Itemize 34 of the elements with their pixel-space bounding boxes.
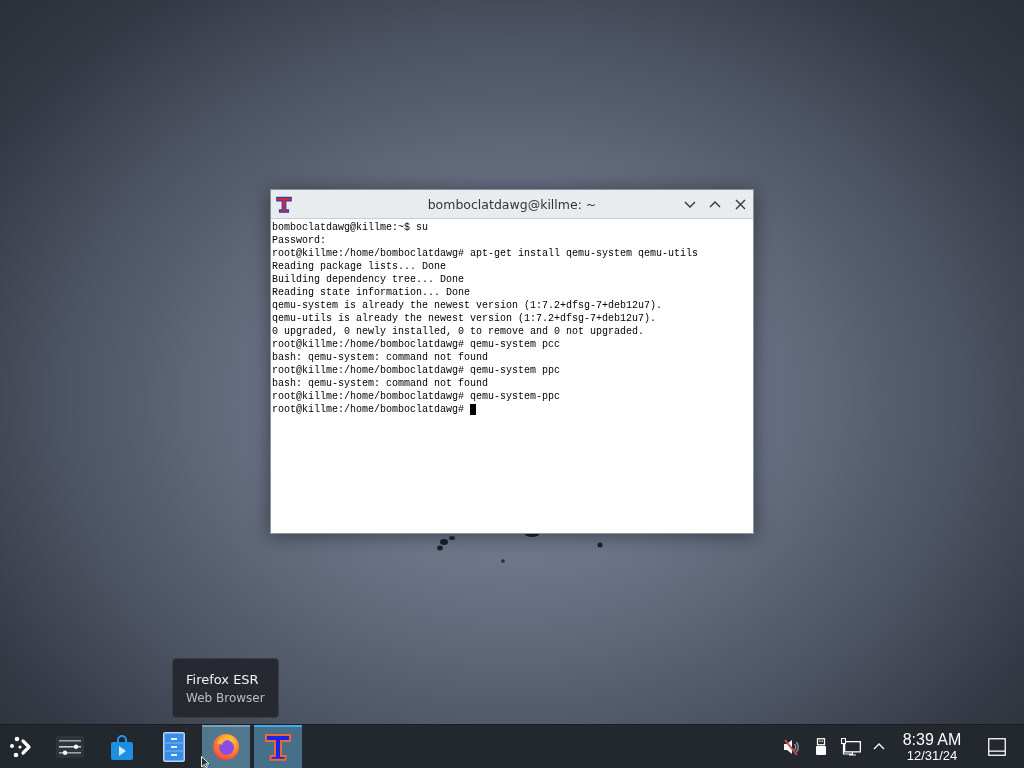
sliders-icon xyxy=(56,735,84,758)
terminal-line: root@killme:/home/bomboclatdawg# qemu-system ppc xyxy=(272,364,561,377)
terminal-line: Password: xyxy=(272,234,326,247)
network-monitor-icon[interactable] xyxy=(841,737,861,756)
terminal-line: bash: qemu-system: command not found xyxy=(272,351,489,364)
window-title: bomboclatdawg@killme: ~ xyxy=(427,196,597,212)
usb-drive-icon[interactable] xyxy=(816,738,826,755)
terminal-line: root@killme:/home/bomboclatdawg# apt-get install qemu-system qemu-utils xyxy=(272,247,699,260)
terminal-line: bash: qemu-system: command not found xyxy=(272,377,489,390)
chevron-down-icon xyxy=(684,200,696,208)
terminal-line: qemu-system is already the newest version (1:7.2+dfsg-7+deb12u7). xyxy=(272,299,663,312)
terminal-line: bomboclatdawg@killme:~$ su xyxy=(272,221,429,234)
app-launcher-icon xyxy=(9,734,33,759)
muted-speaker-icon[interactable] xyxy=(782,737,800,756)
terminal-line: 0 upgraded, 0 newly installed, 0 to remove and 0 not upgraded. xyxy=(272,325,645,338)
close-icon xyxy=(734,198,746,210)
terminal-icon xyxy=(275,194,293,214)
tooltip-subtitle: Web Browser xyxy=(186,690,265,705)
terminal-line: Reading state information... Done xyxy=(272,286,471,299)
terminal-line: root@killme:/home/bomboclatdawg# qemu-system pcc xyxy=(272,338,561,351)
tooltip-title: Firefox ESR xyxy=(186,671,259,687)
chevron-up-icon xyxy=(709,200,721,208)
chevron-up-icon[interactable] xyxy=(873,743,885,750)
terminal-line: root@killme:/home/bomboclatdawg# qemu-system-ppc xyxy=(272,390,561,403)
show-desktop-icon[interactable] xyxy=(988,737,1006,756)
terminal-line: Building dependency tree... Done xyxy=(272,273,465,286)
shopping-bag-icon xyxy=(110,733,134,760)
clock[interactable]: 8:39 AM 12/31/24 xyxy=(900,729,964,764)
terminal-icon xyxy=(263,731,293,762)
file-cabinet-icon xyxy=(163,731,185,762)
terminal-line: qemu-utils is already the newest version (1:7.2+dfsg-7+deb12u7). xyxy=(272,312,657,325)
terminal-line: root@killme:/home/bomboclatdawg# xyxy=(272,403,465,416)
browser-logo-icon xyxy=(212,732,240,761)
terminal-line: Reading package lists... Done xyxy=(272,260,447,273)
